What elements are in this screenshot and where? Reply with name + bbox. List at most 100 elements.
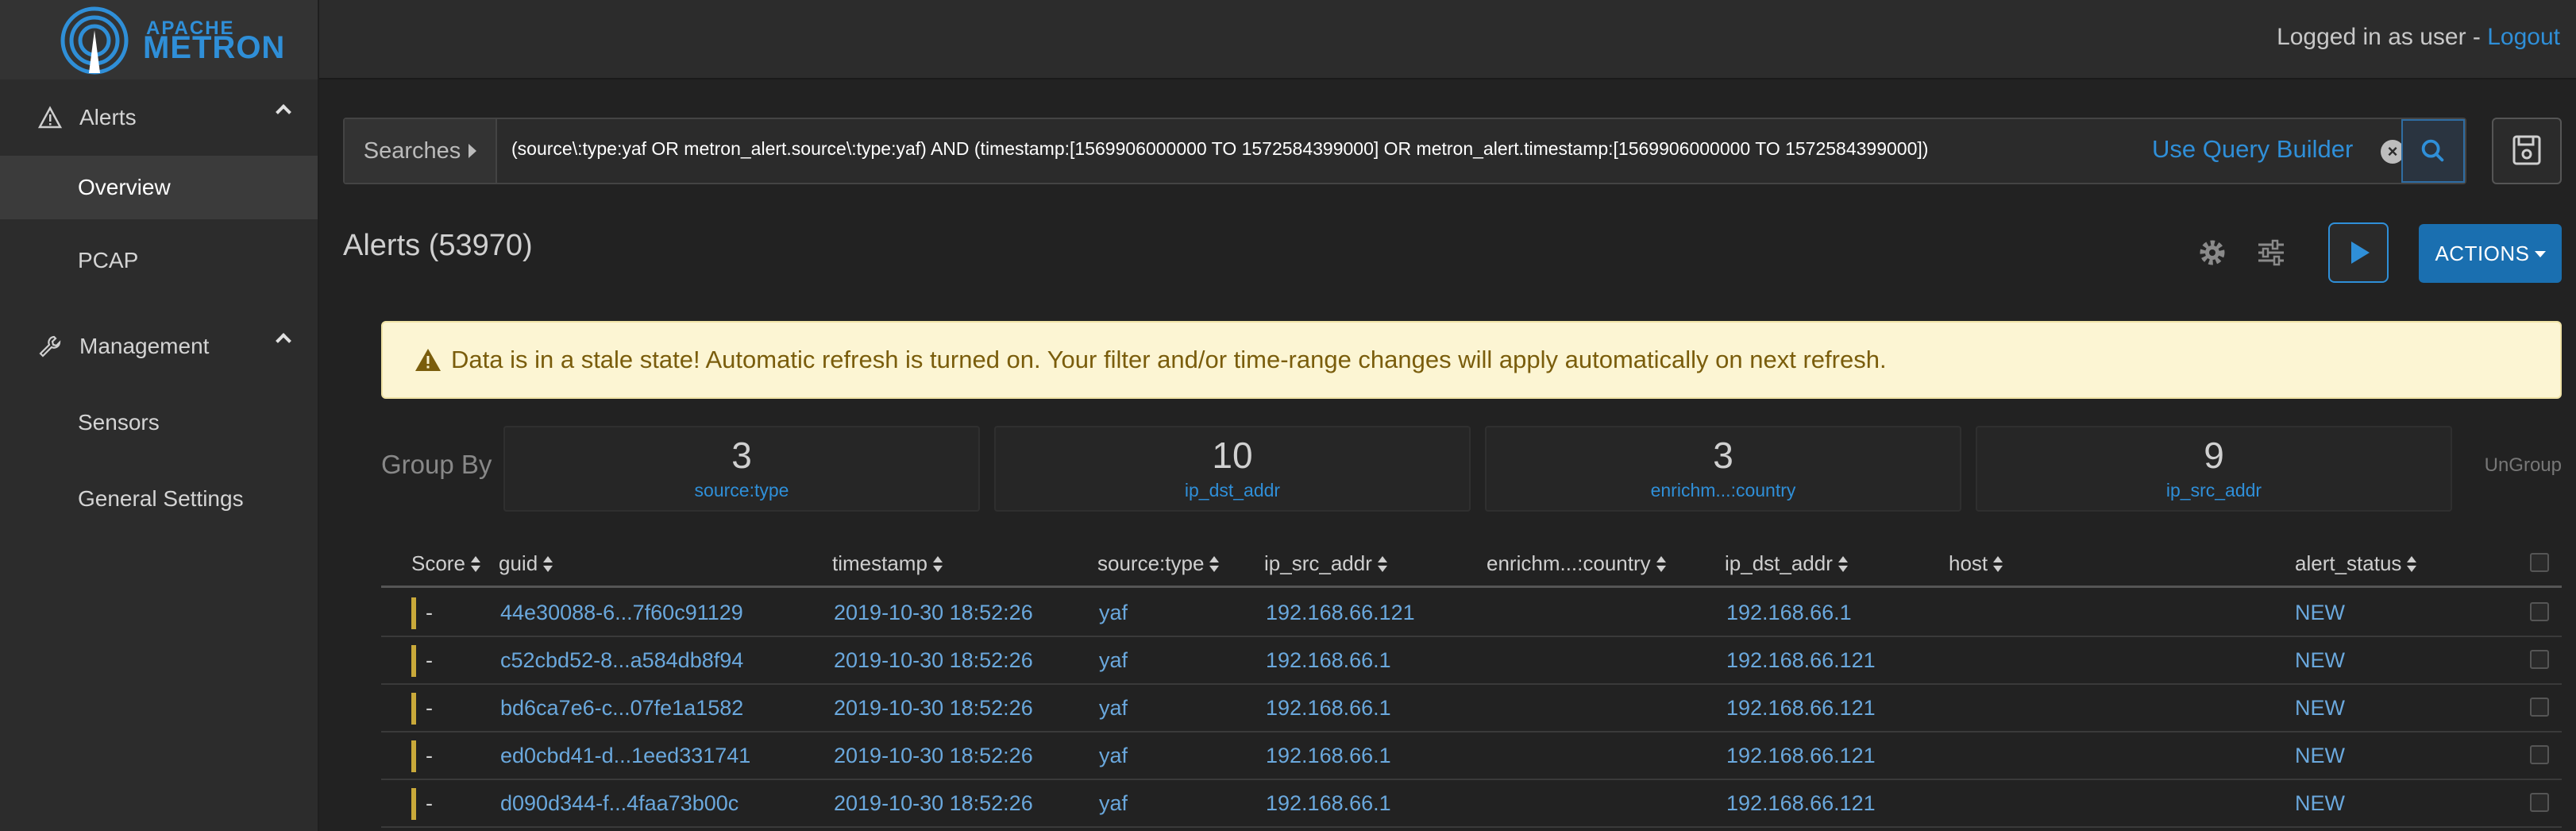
- cell-timestamp[interactable]: 2019-10-30 18:52:26: [834, 791, 1033, 816]
- sort-icon: [542, 555, 553, 572]
- cell-source-type[interactable]: yaf: [1099, 601, 1128, 625]
- logo[interactable]: APACHE METRON: [0, 0, 319, 79]
- cell-timestamp[interactable]: 2019-10-30 18:52:26: [834, 696, 1033, 721]
- sidebar-group-alerts[interactable]: Alerts: [0, 79, 318, 156]
- cell-source-type[interactable]: yaf: [1099, 648, 1128, 673]
- actions-dropdown-button[interactable]: ACTIONS: [2419, 224, 2562, 283]
- column-header-host[interactable]: host: [1949, 551, 2003, 576]
- cell-ip-src-addr[interactable]: 192.168.66.1: [1266, 744, 1391, 768]
- cell-ip-dst-addr[interactable]: 192.168.66.121: [1726, 791, 1876, 816]
- sort-icon: [1992, 555, 2003, 572]
- sidebar-item-overview[interactable]: Overview: [0, 156, 318, 219]
- column-label: ip_dst_addr: [1725, 551, 1833, 575]
- sidebar-item-label: PCAP: [78, 248, 139, 272]
- save-search-button[interactable]: [2492, 118, 2562, 184]
- cell-ip-dst-addr[interactable]: 192.168.66.121: [1726, 696, 1876, 721]
- cell-guid[interactable]: d090d344-f...4faa73b00c: [500, 791, 738, 816]
- group-field: source:type: [694, 480, 789, 501]
- cell-source-type[interactable]: yaf: [1099, 744, 1128, 768]
- sidebar-group-management[interactable]: Management: [0, 308, 318, 385]
- column-label: Score: [411, 551, 465, 575]
- sidebar-item-pcap[interactable]: PCAP: [0, 229, 318, 292]
- table-row[interactable]: - bd6ca7e6-c...07fe1a1582 2019-10-30 18:…: [381, 685, 2562, 732]
- cell-timestamp[interactable]: 2019-10-30 18:52:26: [834, 648, 1033, 673]
- sidebar-item-label: General Settings: [78, 486, 244, 511]
- caret-down-icon: [2534, 251, 2546, 257]
- stale-data-alert: Data is in a stale state! Automatic refr…: [381, 321, 2562, 399]
- column-header-guid[interactable]: guid: [499, 551, 553, 576]
- cell-source-type[interactable]: yaf: [1099, 696, 1128, 721]
- row-checkbox[interactable]: [2530, 650, 2549, 669]
- cell-score: -: [426, 601, 433, 624]
- cell-guid[interactable]: ed0cbd41-d...1eed331741: [500, 744, 750, 768]
- group-count: 3: [731, 435, 752, 476]
- column-header-country[interactable]: enrichm...:country: [1487, 551, 1667, 576]
- select-all-checkbox[interactable]: [2530, 553, 2549, 572]
- column-header-timestamp[interactable]: timestamp: [832, 551, 943, 576]
- table-row[interactable]: - d090d344-f...4faa73b00c 2019-10-30 18:…: [381, 780, 2562, 828]
- row-checkbox[interactable]: [2530, 602, 2549, 621]
- sidebar-item-label: Sensors: [78, 410, 160, 435]
- cell-score: -: [426, 791, 433, 815]
- logout-link[interactable]: Logout: [2487, 24, 2560, 50]
- cell-ip-src-addr[interactable]: 192.168.66.1: [1266, 648, 1391, 673]
- login-text: Logged in as user -: [2277, 24, 2488, 50]
- table-row[interactable]: - ed0cbd41-d...1eed331741 2019-10-30 18:…: [381, 732, 2562, 780]
- group-count: 9: [2204, 435, 2224, 476]
- group-by-source-type[interactable]: 3 source:type: [503, 426, 980, 512]
- cell-ip-dst-addr[interactable]: 192.168.66.121: [1726, 744, 1876, 768]
- cell-ip-src-addr[interactable]: 192.168.66.1: [1266, 696, 1391, 721]
- ungroup-button[interactable]: UnGroup: [2485, 454, 2562, 477]
- cell-alert-status[interactable]: NEW: [2295, 744, 2345, 768]
- sort-icon: [1838, 555, 1849, 572]
- cell-guid[interactable]: bd6ca7e6-c...07fe1a1582: [500, 696, 743, 721]
- row-marker: [411, 740, 416, 772]
- table-row[interactable]: - c52cbd52-8...a584db8f94 2019-10-30 18:…: [381, 637, 2562, 685]
- cell-timestamp[interactable]: 2019-10-30 18:52:26: [834, 601, 1033, 625]
- cell-ip-src-addr[interactable]: 192.168.66.121: [1266, 601, 1415, 625]
- metron-logo-icon: [60, 6, 129, 75]
- column-header-ip-dst-addr[interactable]: ip_dst_addr: [1725, 551, 1849, 576]
- sort-icon: [932, 555, 943, 572]
- sidebar-item-sensors[interactable]: Sensors: [0, 391, 318, 454]
- column-label: enrichm...:country: [1487, 551, 1651, 575]
- cell-ip-dst-addr[interactable]: 192.168.66.1: [1726, 601, 1852, 625]
- row-marker: [411, 597, 416, 629]
- logo-text-metron: METRON: [143, 30, 286, 65]
- cell-guid[interactable]: c52cbd52-8...a584db8f94: [500, 648, 743, 673]
- row-checkbox[interactable]: [2530, 793, 2549, 812]
- cell-ip-src-addr[interactable]: 192.168.66.1: [1266, 791, 1391, 816]
- column-header-alert-status[interactable]: alert_status: [2295, 551, 2417, 576]
- cell-timestamp[interactable]: 2019-10-30 18:52:26: [834, 744, 1033, 768]
- sliders-icon[interactable]: [2255, 237, 2287, 269]
- group-by-ip-src-addr[interactable]: 9 ip_src_addr: [1976, 426, 2452, 512]
- gear-icon[interactable]: [2196, 237, 2228, 269]
- column-header-source-type[interactable]: source:type: [1097, 551, 1220, 576]
- row-checkbox[interactable]: [2530, 745, 2549, 764]
- cell-alert-status[interactable]: NEW: [2295, 648, 2345, 673]
- saved-searches-button[interactable]: Searches: [345, 119, 497, 183]
- group-by-ip-dst-addr[interactable]: 10 ip_dst_addr: [994, 426, 1471, 512]
- cell-score: -: [426, 648, 433, 672]
- row-checkbox[interactable]: [2530, 698, 2549, 717]
- search-button[interactable]: [2401, 119, 2465, 183]
- play-button[interactable]: [2328, 222, 2389, 283]
- cell-alert-status[interactable]: NEW: [2295, 791, 2345, 816]
- group-count: 3: [1713, 435, 1733, 476]
- cell-source-type[interactable]: yaf: [1099, 791, 1128, 816]
- search-query-input[interactable]: (source\:type:yaf OR metron_alert.source…: [511, 138, 1928, 160]
- group-by-country[interactable]: 3 enrichm...:country: [1485, 426, 1961, 512]
- column-header-ip-src-addr[interactable]: ip_src_addr: [1264, 551, 1388, 576]
- column-header-score[interactable]: Score: [411, 551, 481, 576]
- cell-alert-status[interactable]: NEW: [2295, 601, 2345, 625]
- cell-guid[interactable]: 44e30088-6...7f60c91129: [500, 601, 743, 625]
- sidebar-item-general-settings[interactable]: General Settings: [0, 467, 318, 531]
- group-field: ip_dst_addr: [1184, 480, 1281, 501]
- table-row[interactable]: - 44e30088-6...7f60c91129 2019-10-30 18:…: [381, 589, 2562, 637]
- query-builder-link[interactable]: Use Query Builder: [2152, 135, 2353, 164]
- caret-right-icon: [469, 144, 477, 158]
- stale-data-message: Data is in a stale state! Automatic refr…: [451, 346, 1887, 373]
- cell-alert-status[interactable]: NEW: [2295, 696, 2345, 721]
- search-bar: Searches (source\:type:yaf OR metron_ale…: [343, 118, 2466, 184]
- cell-ip-dst-addr[interactable]: 192.168.66.121: [1726, 648, 1876, 673]
